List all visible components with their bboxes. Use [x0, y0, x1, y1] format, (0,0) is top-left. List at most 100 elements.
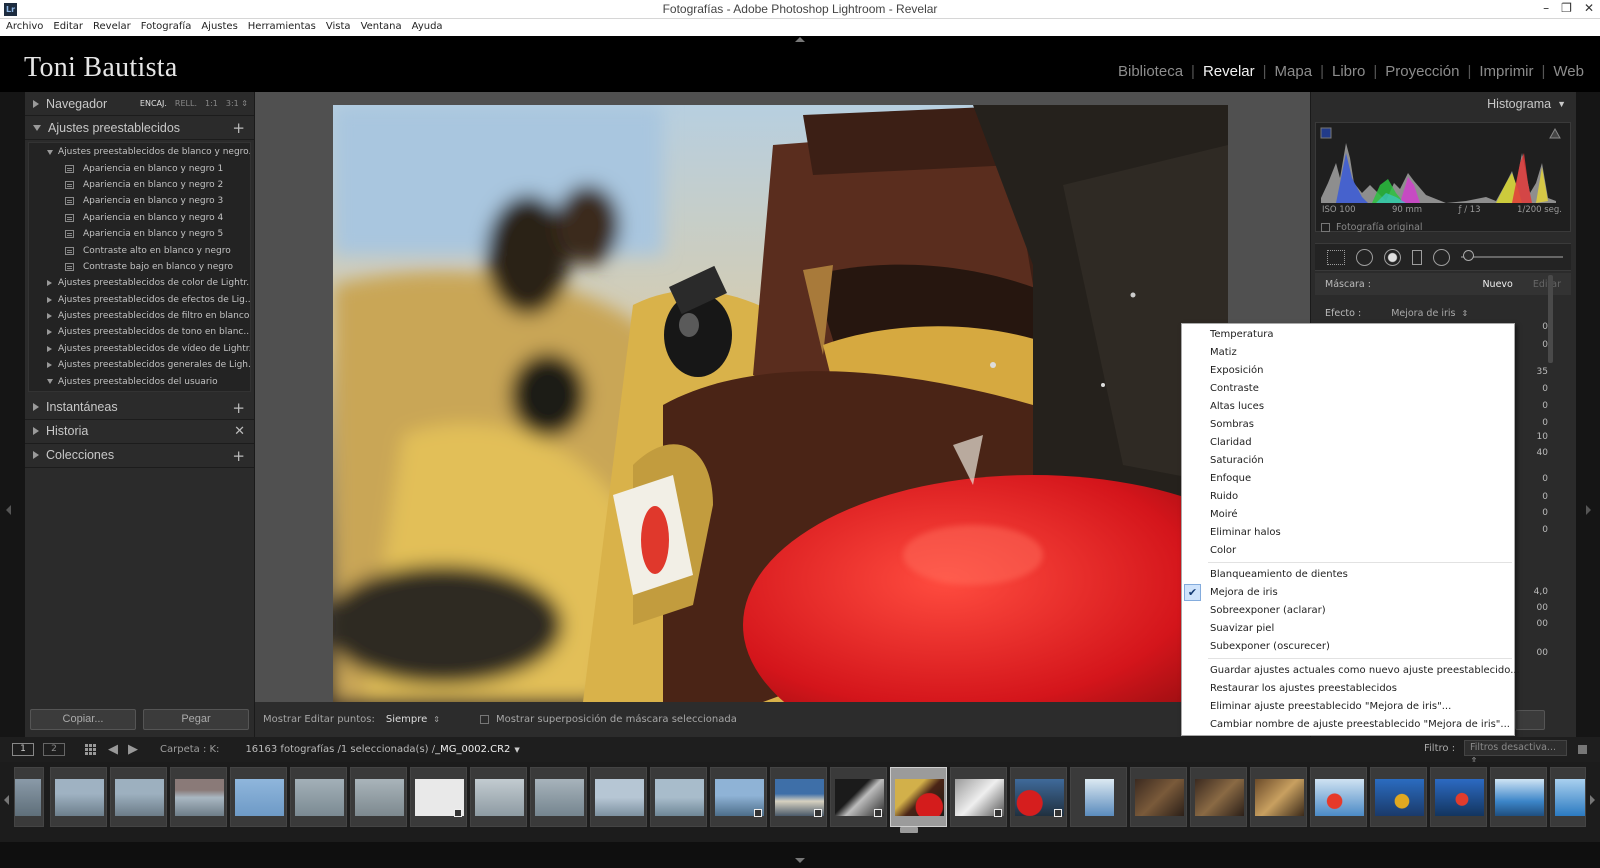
- menu-item-matiz[interactable]: Matiz: [1182, 344, 1514, 361]
- preset-folder[interactable]: Ajustes preestablecidos de color de Ligh…: [29, 275, 250, 291]
- filmstrip-thumbnail[interactable]: [1550, 767, 1586, 827]
- filmstrip-thumbnail[interactable]: [470, 767, 527, 827]
- red-eye-tool-icon[interactable]: [1384, 248, 1401, 266]
- minimize-button[interactable]: –: [1543, 1, 1549, 15]
- preset-item[interactable]: Apariencia en blanco y negro 1: [29, 160, 250, 176]
- zoom-1-1[interactable]: 1:1: [205, 99, 218, 108]
- mask-edit-button[interactable]: Editar: [1533, 279, 1561, 290]
- filmstrip-thumbnail[interactable]: [1310, 767, 1367, 827]
- filmstrip-thumbnail[interactable]: [410, 767, 467, 827]
- filmstrip-thumbnail[interactable]: [530, 767, 587, 827]
- module-revelar[interactable]: Revelar: [1197, 63, 1261, 80]
- chevron-down-icon[interactable]: ▼: [514, 746, 519, 754]
- main-photo[interactable]: [333, 105, 1228, 702]
- menu-archivo[interactable]: Archivo: [6, 19, 48, 36]
- filmstrip-thumbnail[interactable]: [590, 767, 647, 827]
- current-filename[interactable]: _MG_0002.CR2: [435, 744, 510, 755]
- preset-folder[interactable]: Ajustes preestablecidos de blanco y negr…: [29, 144, 250, 160]
- menu-ajustes[interactable]: Ajustes: [201, 19, 242, 36]
- menu-item-altas-luces[interactable]: Altas luces: [1182, 398, 1514, 415]
- preset-item[interactable]: Contraste alto en blanco y negro: [29, 242, 250, 258]
- menu-vista[interactable]: Vista: [326, 19, 356, 36]
- filmstrip-scroll-right-icon[interactable]: [1590, 795, 1595, 805]
- grid-view-icon[interactable]: [85, 744, 96, 755]
- preset-folder[interactable]: Ajustes preestablecidos de efectos de Li…: [29, 292, 250, 308]
- add-preset-icon[interactable]: +: [232, 119, 245, 137]
- filmstrip-thumbnail[interactable]: [950, 767, 1007, 827]
- menu-fotografia[interactable]: Fotografía: [141, 19, 197, 36]
- module-web[interactable]: Web: [1547, 63, 1590, 80]
- radial-filter-tool-icon[interactable]: [1433, 248, 1450, 266]
- menu-editar[interactable]: Editar: [53, 19, 88, 36]
- collapse-left-panel-icon[interactable]: [6, 505, 11, 515]
- clear-history-icon[interactable]: ✕: [234, 424, 245, 439]
- filmstrip-thumbnail[interactable]: [1070, 767, 1127, 827]
- filmstrip-thumbnail[interactable]: [230, 767, 287, 827]
- filmstrip-thumbnail[interactable]: [1250, 767, 1307, 827]
- menu-item-restaurar[interactable]: Restaurar los ajustes preestablecidos: [1182, 680, 1514, 697]
- menu-item-saturacion[interactable]: Saturación: [1182, 452, 1514, 469]
- original-photo-checkbox[interactable]: [1321, 223, 1330, 232]
- module-biblioteca[interactable]: Biblioteca: [1112, 63, 1189, 80]
- menu-item-blanqueamiento[interactable]: Blanqueamiento de dientes: [1182, 566, 1514, 583]
- menu-item-ruido[interactable]: Ruido: [1182, 488, 1514, 505]
- right-panel-scrollbar[interactable]: [1548, 275, 1553, 363]
- menu-item-enfoque[interactable]: Enfoque: [1182, 470, 1514, 487]
- menu-item-sobreexponer[interactable]: Sobreexponer (aclarar): [1182, 602, 1514, 619]
- filmstrip-thumbnail[interactable]: [170, 767, 227, 827]
- filmstrip-thumbnail[interactable]: [1130, 767, 1187, 827]
- preset-folder[interactable]: Ajustes preestablecidos de filtro en bla…: [29, 308, 250, 324]
- back-arrow-icon[interactable]: ◀: [108, 742, 118, 757]
- filmstrip-thumbnail[interactable]: [110, 767, 167, 827]
- menu-item-cambiar-nombre[interactable]: Cambiar nombre de ajuste preestablecido …: [1182, 716, 1514, 733]
- module-imprimir[interactable]: Imprimir: [1473, 63, 1539, 80]
- zoom-3-1[interactable]: 3:1 ⇕: [226, 99, 248, 108]
- filmstrip-thumbnail[interactable]: [1370, 767, 1427, 827]
- crop-tool-icon[interactable]: [1327, 249, 1345, 265]
- navigator-header[interactable]: Navegador ENCAJ. RELL. 1:1 3:1 ⇕: [25, 92, 254, 116]
- mask-new-button[interactable]: Nuevo: [1482, 279, 1512, 290]
- filmstrip-thumbnail[interactable]: [650, 767, 707, 827]
- presets-header[interactable]: Ajustes preestablecidos +: [25, 116, 254, 140]
- module-mapa[interactable]: Mapa: [1269, 63, 1319, 80]
- source-folder[interactable]: Carpeta : K:: [160, 744, 219, 755]
- collapse-top-panel-icon[interactable]: [795, 37, 805, 42]
- menu-item-temperatura[interactable]: Temperatura: [1182, 326, 1514, 343]
- menu-ventana[interactable]: Ventana: [361, 19, 407, 36]
- original-photo-toggle[interactable]: Fotografía original: [1321, 222, 1423, 233]
- menu-herramientas[interactable]: Herramientas: [248, 19, 321, 36]
- menu-item-eliminar-ajuste[interactable]: Eliminar ajuste preestablecido "Mejora d…: [1182, 698, 1514, 715]
- filmstrip-thumbnail[interactable]: [50, 767, 107, 827]
- filmstrip-scrollbar[interactable]: [900, 827, 918, 833]
- spot-removal-tool-icon[interactable]: [1356, 248, 1373, 266]
- reset-button-partial[interactable]: [1515, 710, 1545, 730]
- image-canvas[interactable]: [255, 92, 1310, 702]
- brush-tool-slider[interactable]: [1461, 250, 1563, 261]
- menu-item-exposicion[interactable]: Exposición: [1182, 362, 1514, 379]
- filmstrip-scroll-left-icon[interactable]: [4, 795, 9, 805]
- add-collection-icon[interactable]: +: [232, 447, 245, 465]
- collapse-right-panel-icon[interactable]: [1586, 505, 1591, 515]
- close-button[interactable]: ✕: [1584, 1, 1594, 15]
- menu-item-guardar-ajustes[interactable]: Guardar ajustes actuales como nuevo ajus…: [1182, 662, 1520, 679]
- histogram-header[interactable]: Histograma ▼: [1487, 97, 1566, 111]
- menu-item-moire[interactable]: Moiré: [1182, 506, 1514, 523]
- preset-item[interactable]: Apariencia en blanco y negro 3: [29, 193, 250, 209]
- paste-button[interactable]: Pegar: [143, 709, 249, 730]
- filmstrip-thumbnail[interactable]: [710, 767, 767, 827]
- filter-select[interactable]: Filtros desactiva... ⇕: [1464, 740, 1567, 767]
- effect-select[interactable]: Mejora de iris: [1391, 308, 1455, 319]
- graduated-filter-tool-icon[interactable]: [1412, 249, 1422, 265]
- menu-item-subexponer[interactable]: Subexponer (oscurecer): [1182, 638, 1514, 655]
- collections-header[interactable]: Colecciones +: [25, 444, 254, 468]
- add-snapshot-icon[interactable]: +: [232, 399, 245, 417]
- preset-item[interactable]: Apariencia en blanco y negro 4: [29, 210, 250, 226]
- preset-item[interactable]: Apariencia en blanco y negro 2: [29, 177, 250, 193]
- filmstrip-thumbnail-selected[interactable]: [890, 767, 947, 827]
- module-libro[interactable]: Libro: [1326, 63, 1371, 80]
- preset-folder-user[interactable]: Ajustes preestablecidos del usuario: [29, 373, 250, 389]
- filmstrip-thumbnail[interactable]: [1490, 767, 1547, 827]
- preset-item[interactable]: Contraste bajo en blanco y negro: [29, 259, 250, 275]
- filmstrip-thumbnail[interactable]: [290, 767, 347, 827]
- menu-ayuda[interactable]: Ayuda: [412, 19, 448, 36]
